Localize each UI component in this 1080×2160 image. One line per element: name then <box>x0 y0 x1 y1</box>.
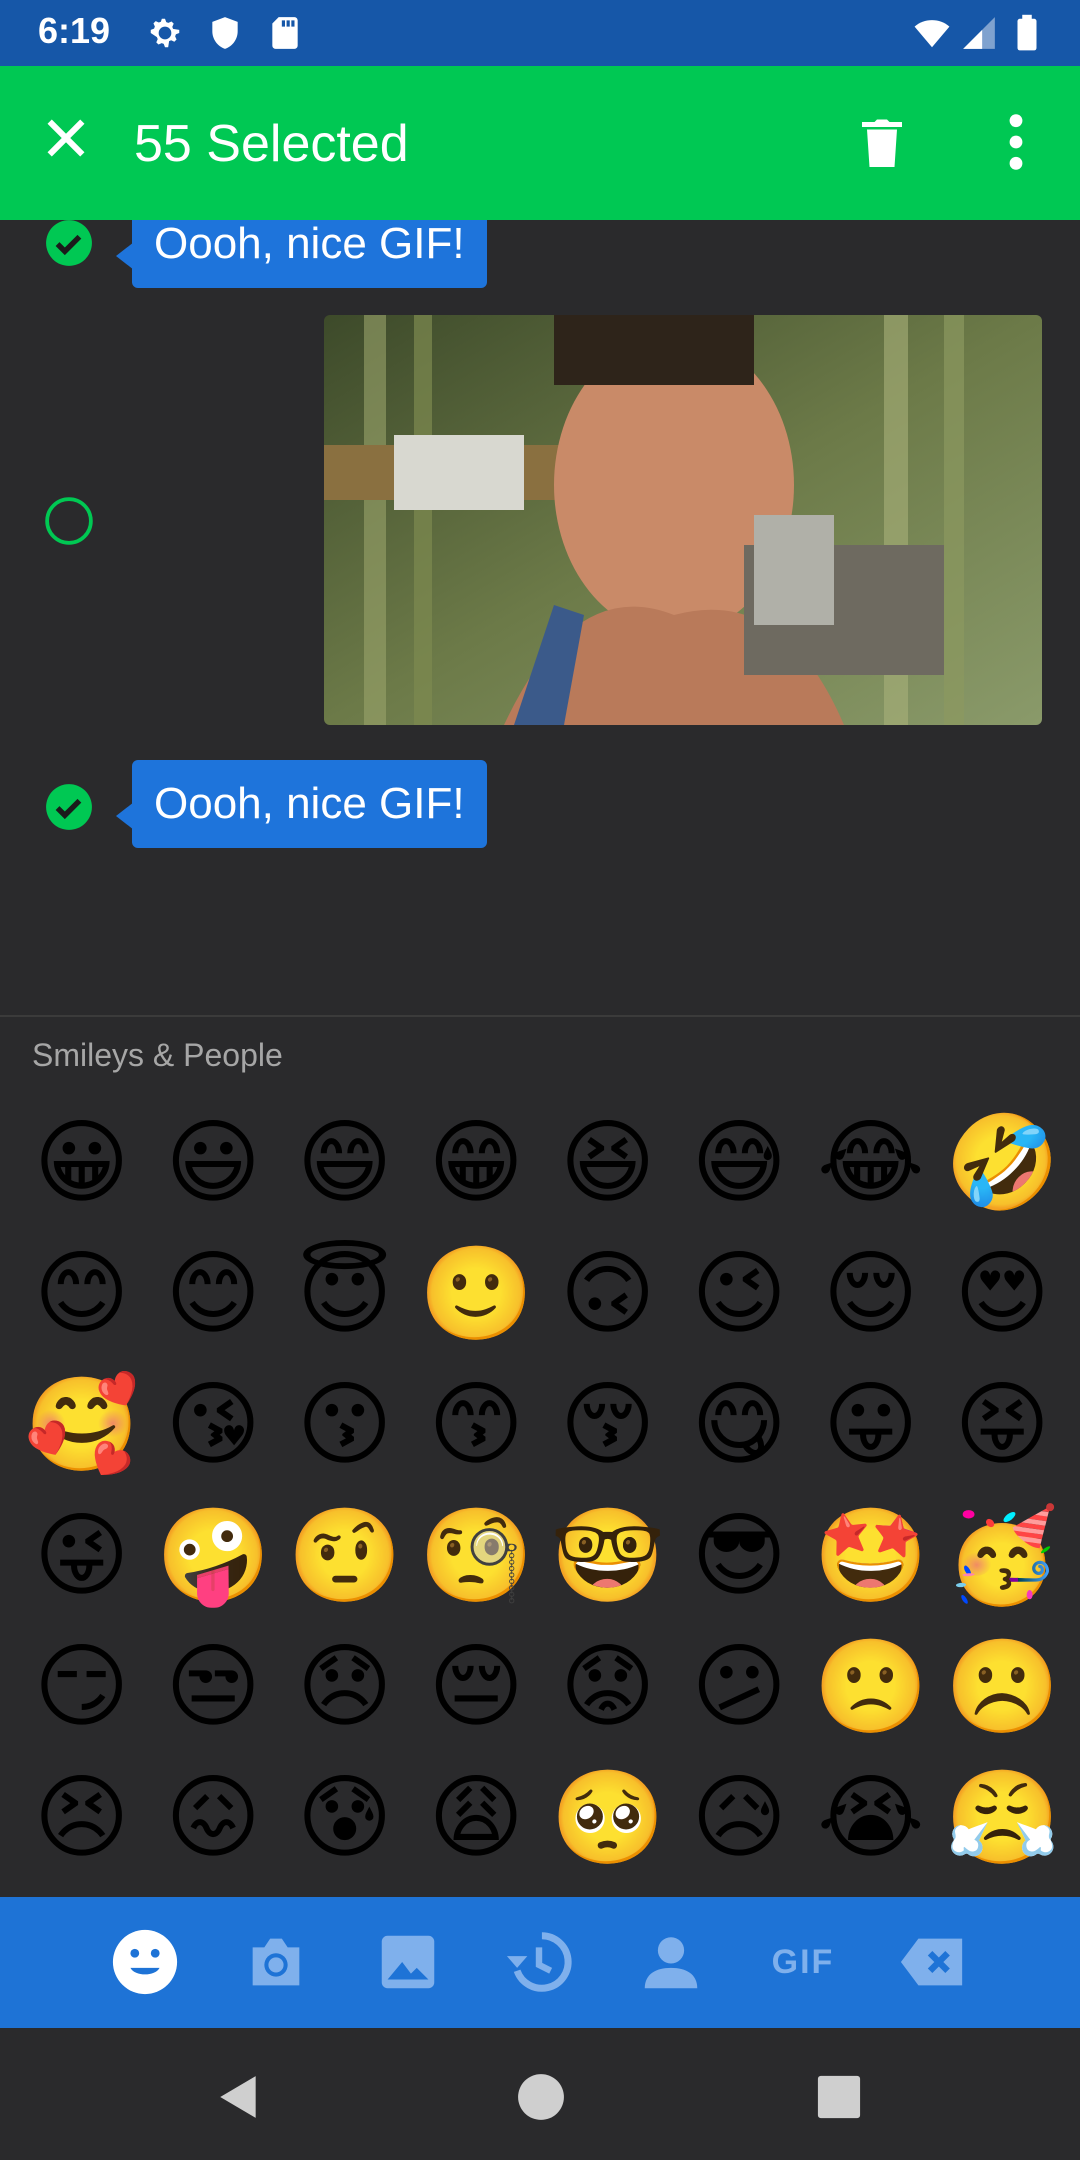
emoji-key[interactable]: 😛 <box>805 1359 937 1490</box>
emoji-key[interactable]: 😩 <box>411 1752 543 1883</box>
emoji-key[interactable]: 😌 <box>805 1228 937 1359</box>
emoji-key[interactable]: 😁 <box>411 1097 543 1228</box>
delete-icon[interactable] <box>852 112 912 172</box>
message-bubble[interactable]: Oooh, nice GIF! <box>116 220 487 288</box>
emoji-key[interactable]: 😋 <box>674 1359 806 1490</box>
emoji-key[interactable]: 😭 <box>805 1752 937 1883</box>
person-icon[interactable] <box>636 1927 706 1997</box>
emoji-key[interactable]: 😚 <box>542 1359 674 1490</box>
sd-card-icon <box>272 17 298 49</box>
emoji-key[interactable]: 😰 <box>279 1752 411 1883</box>
emoji-key[interactable]: 😝 <box>937 1359 1069 1490</box>
emoji-key[interactable]: 🤪 <box>148 1490 280 1621</box>
emoji-key[interactable]: 🤓 <box>542 1490 674 1621</box>
unselected-circle-icon[interactable] <box>44 496 94 546</box>
emoji-key[interactable]: 🤣 <box>937 1097 1069 1228</box>
emoji-key[interactable]: 😔 <box>411 1621 543 1752</box>
selection-count-title: 55 Selected <box>134 115 409 173</box>
emoji-key[interactable]: 😕 <box>674 1621 806 1752</box>
emoji-key[interactable]: 😍 <box>937 1228 1069 1359</box>
backspace-icon[interactable] <box>898 1927 968 1997</box>
emoji-key[interactable]: ☹️ <box>937 1621 1069 1752</box>
emoji-key[interactable]: 😖 <box>148 1752 280 1883</box>
more-options-icon[interactable] <box>996 110 1036 174</box>
home-icon[interactable] <box>516 2072 566 2122</box>
message-bubble[interactable]: Oooh, nice GIF! <box>116 760 487 848</box>
emoji-key[interactable]: 🥺 <box>542 1752 674 1883</box>
emoji-key[interactable]: 😊 <box>148 1228 280 1359</box>
battery-icon <box>1017 14 1037 51</box>
emoji-key[interactable]: 😆 <box>542 1097 674 1228</box>
emoji-key[interactable]: 🙂 <box>411 1228 543 1359</box>
emoji-key[interactable]: 😀 <box>16 1097 148 1228</box>
emoji-key[interactable]: 😎 <box>674 1490 806 1621</box>
settings-icon <box>150 18 180 48</box>
selection-app-bar: 55 Selected <box>0 66 1080 220</box>
history-icon[interactable] <box>504 1927 574 1997</box>
back-icon[interactable] <box>214 2072 264 2122</box>
recents-icon[interactable] <box>816 2074 862 2120</box>
emoji-key[interactable]: 😉 <box>674 1228 806 1359</box>
smiley-tab-icon[interactable] <box>110 1927 180 1997</box>
emoji-panel: Smileys & People 😀 😃 😄 😁 😆 😅 😂 🤣 😊 😊 😇 🙂 🙃 😉 😌 😍 🥰 😘 😗 😙 😚 😋 😛… <box>0 1017 1080 1897</box>
message-list: Oooh, nice GIF! Oooh, nice GIF! <box>0 220 1080 1015</box>
emoji-key[interactable]: 😒 <box>148 1621 280 1752</box>
image-icon[interactable] <box>373 1927 443 1997</box>
selected-check-icon[interactable] <box>44 782 94 832</box>
emoji-key[interactable]: 🤨 <box>279 1490 411 1621</box>
emoji-key[interactable]: 😣 <box>16 1752 148 1883</box>
emoji-key[interactable]: 😟 <box>542 1621 674 1752</box>
emoji-key[interactable]: 😥 <box>674 1752 806 1883</box>
emoji-key[interactable]: 🙁 <box>805 1621 937 1752</box>
emoji-key[interactable]: 🥳 <box>937 1490 1069 1621</box>
emoji-key[interactable]: 😄 <box>279 1097 411 1228</box>
emoji-key[interactable]: 😂 <box>805 1097 937 1228</box>
gif-tab[interactable]: GIF <box>766 1927 840 1997</box>
navigation-bar <box>0 2028 1080 2160</box>
emoji-key[interactable]: 😇 <box>279 1228 411 1359</box>
emoji-key[interactable]: 🥰 <box>16 1359 148 1490</box>
emoji-key[interactable]: 😞 <box>279 1621 411 1752</box>
emoji-key[interactable]: 😊 <box>16 1228 148 1359</box>
emoji-key[interactable]: 😜 <box>16 1490 148 1621</box>
emoji-key[interactable]: 😃 <box>148 1097 280 1228</box>
status-time: 6:19 <box>38 10 111 51</box>
wifi-icon <box>914 20 950 48</box>
emoji-grid: 😀 😃 😄 😁 😆 😅 😂 🤣 😊 😊 😇 🙂 🙃 😉 😌 😍 🥰 😘 😗 😙 😚 😋 😛 😝 😜 🤪 🤨 🧐 🤓 😎 🤩 🥳 😏 😒 😞 😔 😟 😕 🙁 ☹… <box>16 1097 1068 1883</box>
emoji-key[interactable]: 🧐 <box>411 1490 543 1621</box>
emoji-key[interactable]: 😙 <box>411 1359 543 1490</box>
emoji-toolbar: GIF <box>0 1897 1080 2028</box>
emoji-key[interactable]: 🤩 <box>805 1490 937 1621</box>
emoji-key[interactable]: 😤 <box>937 1752 1069 1883</box>
camera-icon[interactable] <box>241 1927 311 1997</box>
emoji-category-label: Smileys & People <box>32 1037 283 1073</box>
gif-image[interactable] <box>324 315 1042 725</box>
emoji-key[interactable]: 😅 <box>674 1097 806 1228</box>
emoji-key[interactable]: 😘 <box>148 1359 280 1490</box>
status-bar: 6:19 <box>0 0 1080 66</box>
selected-check-icon[interactable] <box>44 220 94 268</box>
emoji-key[interactable]: 🙃 <box>542 1228 674 1359</box>
emoji-key[interactable]: 😗 <box>279 1359 411 1490</box>
close-icon[interactable] <box>38 110 94 166</box>
shield-icon <box>212 17 238 49</box>
signal-icon <box>963 17 995 49</box>
emoji-key[interactable]: 😏 <box>16 1621 148 1752</box>
